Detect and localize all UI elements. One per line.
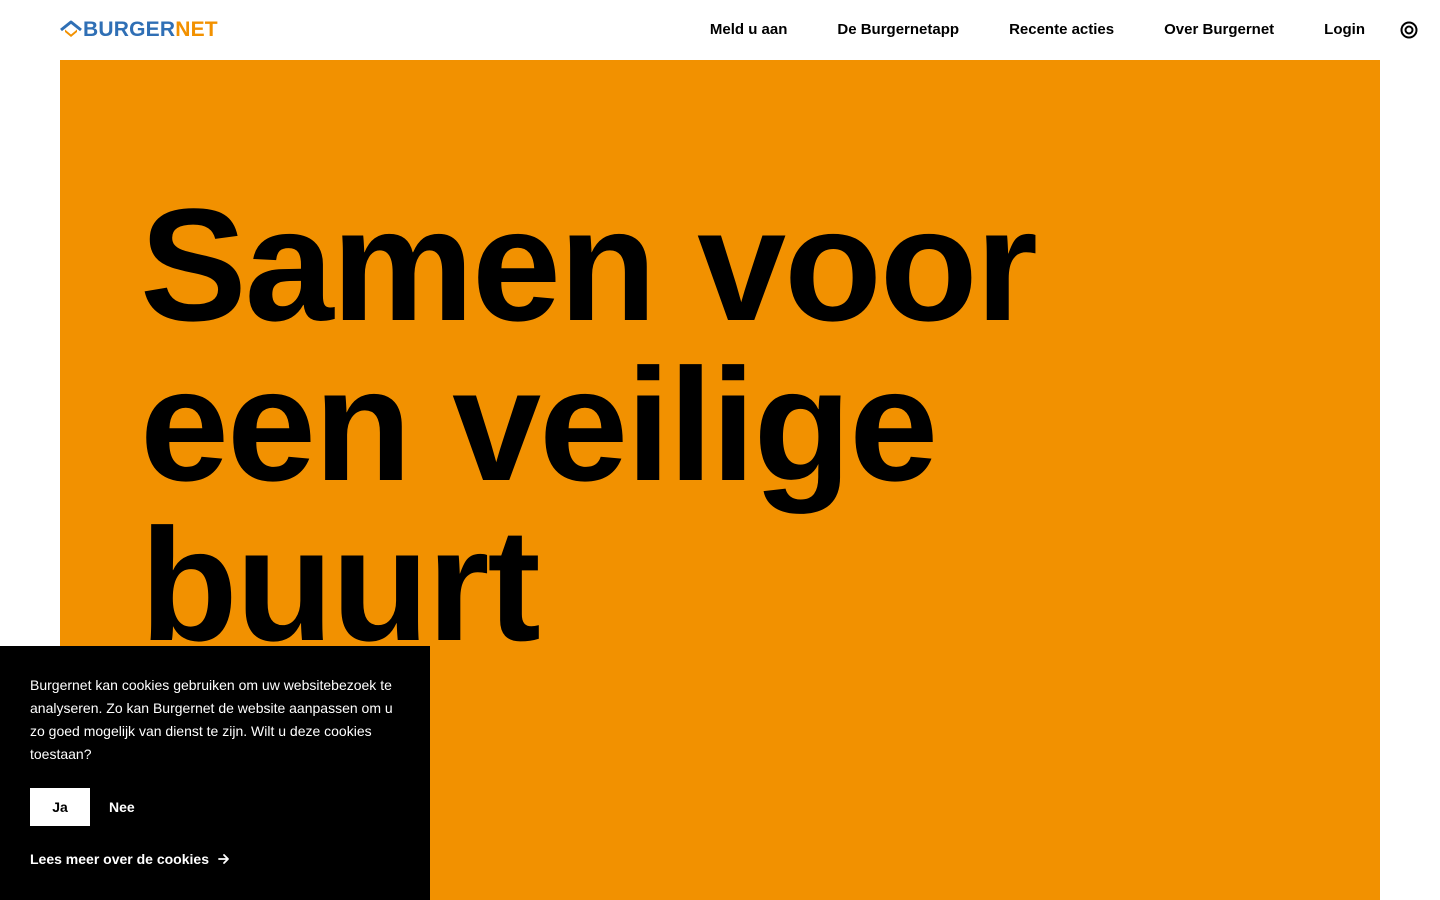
- cookie-actions: Ja Nee: [30, 788, 135, 826]
- cookie-info-link[interactable]: Lees meer over de cookies: [30, 850, 231, 868]
- logo-text-net: NET: [175, 18, 218, 41]
- hero-title-line-2: een veilige: [140, 335, 938, 514]
- house-logo-icon: [60, 20, 82, 37]
- logo-text: BURGERNET: [83, 18, 218, 42]
- nav-item-recente-acties[interactable]: Recente acties: [1009, 20, 1114, 40]
- cookie-message: Burgernet kan cookies gebruiken om uw we…: [30, 677, 393, 762]
- hero-title-line-1: Samen voor: [140, 175, 1038, 354]
- site-header: BURGERNET Meld u aan De Burgernetapp Rec…: [0, 0, 1440, 60]
- nav-item-login[interactable]: Login: [1324, 20, 1365, 40]
- logo-text-burger: BURGER: [83, 18, 176, 41]
- main-navigation: Meld u aan De Burgernetapp Recente actie…: [710, 0, 1365, 60]
- nav-item-over-burgernet[interactable]: Over Burgernet: [1164, 20, 1274, 40]
- target-circle-icon[interactable]: [1399, 20, 1419, 40]
- cookie-banner: Burgernet kan cookies gebruiken om uw we…: [0, 646, 430, 900]
- nav-item-burgernetapp[interactable]: De Burgernetapp: [837, 20, 959, 40]
- decline-cookies-button[interactable]: Nee: [109, 799, 135, 815]
- burgernet-logo[interactable]: BURGERNET: [60, 18, 218, 42]
- arrow-right-icon: [218, 854, 229, 864]
- hero-title: Samen voor een veilige buurt: [140, 185, 1240, 665]
- accept-cookies-button[interactable]: Ja: [30, 788, 90, 826]
- nav-item-meld-u-aan[interactable]: Meld u aan: [710, 20, 788, 40]
- cookie-info-link-label: Lees meer over de cookies: [30, 851, 209, 867]
